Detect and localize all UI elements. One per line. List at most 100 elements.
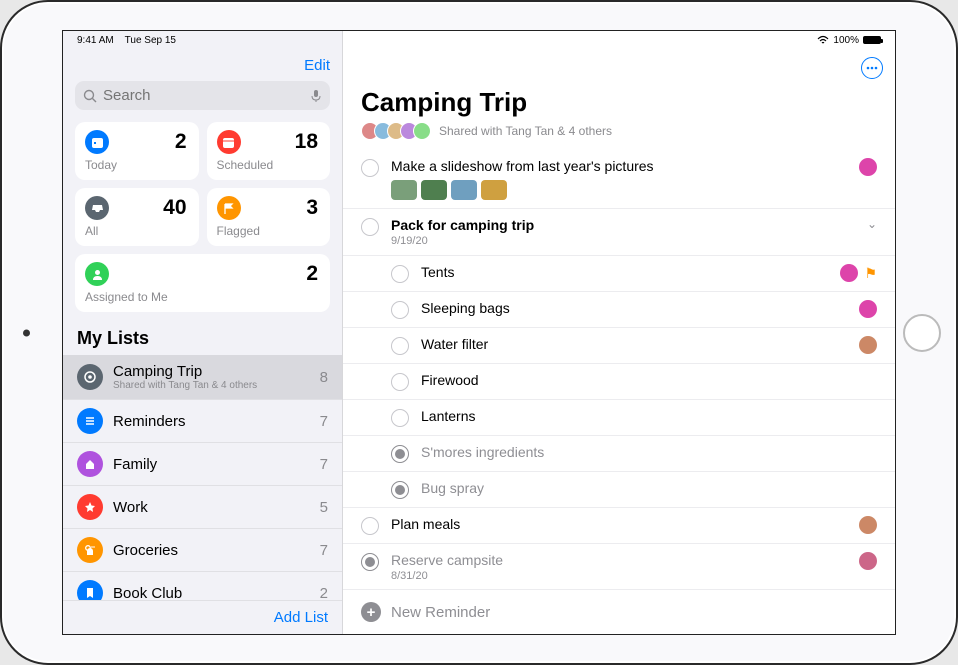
reminder-row[interactable]: Lanterns: [343, 400, 895, 436]
reminder-row[interactable]: Make a slideshow from last year's pictur…: [343, 150, 895, 209]
list-item-groceries[interactable]: Groceries 7: [63, 529, 342, 572]
home-button[interactable]: [903, 314, 941, 352]
list-item-name: Camping Trip: [113, 363, 320, 380]
shared-info[interactable]: Shared with Tang Tan & 4 others: [343, 122, 895, 150]
reminder-date: 8/31/20: [391, 570, 859, 582]
status-left: 9:41 AM Tue Sep 15: [77, 35, 176, 46]
battery-icon: [863, 36, 881, 44]
calendar-icon: [217, 130, 241, 154]
avatar: [413, 122, 431, 140]
reminder-title: Make a slideshow from last year's pictur…: [391, 158, 859, 174]
reminder-body: S'mores ingredients: [421, 444, 877, 460]
list-item-count: 2: [320, 585, 328, 601]
search-icon: [83, 89, 97, 103]
edit-button[interactable]: Edit: [304, 57, 330, 74]
list-item-book-club[interactable]: Book Club 2: [63, 572, 342, 600]
reminder-row[interactable]: Sleeping bags: [343, 292, 895, 328]
complete-toggle[interactable]: [391, 301, 409, 319]
reminder-right: [859, 300, 877, 318]
reminder-title: S'mores ingredients: [421, 444, 877, 460]
complete-toggle[interactable]: [361, 218, 379, 236]
thumbnail[interactable]: [421, 180, 447, 200]
list-title: Camping Trip: [343, 53, 895, 122]
reminder-title: Tents: [421, 264, 840, 280]
reminder-title: Lanterns: [421, 408, 877, 424]
complete-toggle[interactable]: [361, 553, 379, 571]
complete-toggle[interactable]: [391, 445, 409, 463]
list-item-text: Book Club: [113, 585, 320, 601]
list-item-work[interactable]: Work 5: [63, 486, 342, 529]
wifi-icon: [817, 35, 829, 45]
new-reminder-button[interactable]: + New Reminder: [343, 589, 895, 634]
card-all-label: All: [85, 224, 189, 238]
reminder-body: Water filter: [421, 336, 859, 352]
reminder-title: Bug spray: [421, 480, 877, 496]
card-all[interactable]: 40 All: [75, 188, 199, 246]
reminder-title: Firewood: [421, 372, 877, 388]
card-scheduled-label: Scheduled: [217, 158, 321, 172]
reminder-row[interactable]: Plan meals: [343, 508, 895, 544]
list-item-sub: Shared with Tang Tan & 4 others: [113, 380, 320, 391]
thumbnail[interactable]: [481, 180, 507, 200]
complete-toggle[interactable]: [391, 373, 409, 391]
complete-toggle[interactable]: [391, 481, 409, 499]
calendar-today-icon: [85, 130, 109, 154]
new-reminder-label: New Reminder: [391, 604, 490, 621]
reminder-body: Lanterns: [421, 408, 877, 424]
reminder-right: ⌄: [867, 217, 877, 231]
list-item-name: Family: [113, 456, 320, 473]
reminder-row[interactable]: Pack for camping trip 9/19/20 ⌄: [343, 209, 895, 256]
reminder-row[interactable]: Water filter: [343, 328, 895, 364]
complete-toggle[interactable]: [391, 265, 409, 283]
card-today-label: Today: [85, 158, 189, 172]
reminder-body: Sleeping bags: [421, 300, 859, 316]
list-item-name: Groceries: [113, 542, 320, 559]
list-item-reminders[interactable]: Reminders 7: [63, 400, 342, 443]
card-flagged[interactable]: 3 Flagged: [207, 188, 331, 246]
list-item-count: 8: [320, 369, 328, 386]
list-icon: [77, 364, 103, 390]
reminder-row[interactable]: S'mores ingredients: [343, 436, 895, 472]
card-assigned-count: 2: [306, 262, 318, 286]
card-flagged-label: Flagged: [217, 224, 321, 238]
card-assigned[interactable]: 2 Assigned to Me: [75, 254, 330, 312]
list-item-family[interactable]: Family 7: [63, 443, 342, 486]
reminder-row[interactable]: Bug spray: [343, 472, 895, 508]
reminder-row[interactable]: Tents ⚑: [343, 256, 895, 292]
complete-toggle[interactable]: [391, 337, 409, 355]
status-date: Tue Sep 15: [125, 35, 176, 46]
reminder-right: ⚑: [840, 264, 877, 282]
attachment-thumbs: [391, 180, 859, 200]
reminder-title: Water filter: [421, 336, 859, 352]
card-scheduled[interactable]: 18 Scheduled: [207, 122, 331, 180]
search-input[interactable]: [103, 87, 310, 104]
card-today[interactable]: 2 Today: [75, 122, 199, 180]
list-item-count: 7: [320, 542, 328, 559]
sidebar: Edit 2 Today 18: [63, 31, 343, 634]
reminder-right: [859, 516, 877, 534]
reminders-list: Make a slideshow from last year's pictur…: [343, 150, 895, 589]
reminder-row[interactable]: Firewood: [343, 364, 895, 400]
add-list-button[interactable]: Add List: [63, 600, 342, 634]
reminder-title: Pack for camping trip: [391, 217, 867, 233]
person-icon: [85, 262, 109, 286]
reminder-body: Reserve campsite 8/31/20: [391, 552, 859, 582]
reminder-title: Plan meals: [391, 516, 859, 532]
list-item-text: Groceries: [113, 542, 320, 559]
list-item-camping-trip[interactable]: Camping Trip Shared with Tang Tan & 4 ot…: [63, 355, 342, 400]
list-item-text: Reminders: [113, 413, 320, 430]
plus-icon: +: [361, 602, 381, 622]
complete-toggle[interactable]: [361, 517, 379, 535]
more-button[interactable]: [861, 57, 883, 79]
chevron-down-icon[interactable]: ⌄: [867, 217, 877, 231]
assignee-avatar: [859, 300, 877, 318]
thumbnail[interactable]: [451, 180, 477, 200]
mic-icon[interactable]: [310, 89, 322, 103]
search-field[interactable]: [75, 81, 330, 110]
assignee-avatar: [859, 516, 877, 534]
complete-toggle[interactable]: [391, 409, 409, 427]
thumbnail[interactable]: [391, 180, 417, 200]
reminder-row[interactable]: Reserve campsite 8/31/20: [343, 544, 895, 589]
complete-toggle[interactable]: [361, 159, 379, 177]
list-item-count: 7: [320, 456, 328, 473]
